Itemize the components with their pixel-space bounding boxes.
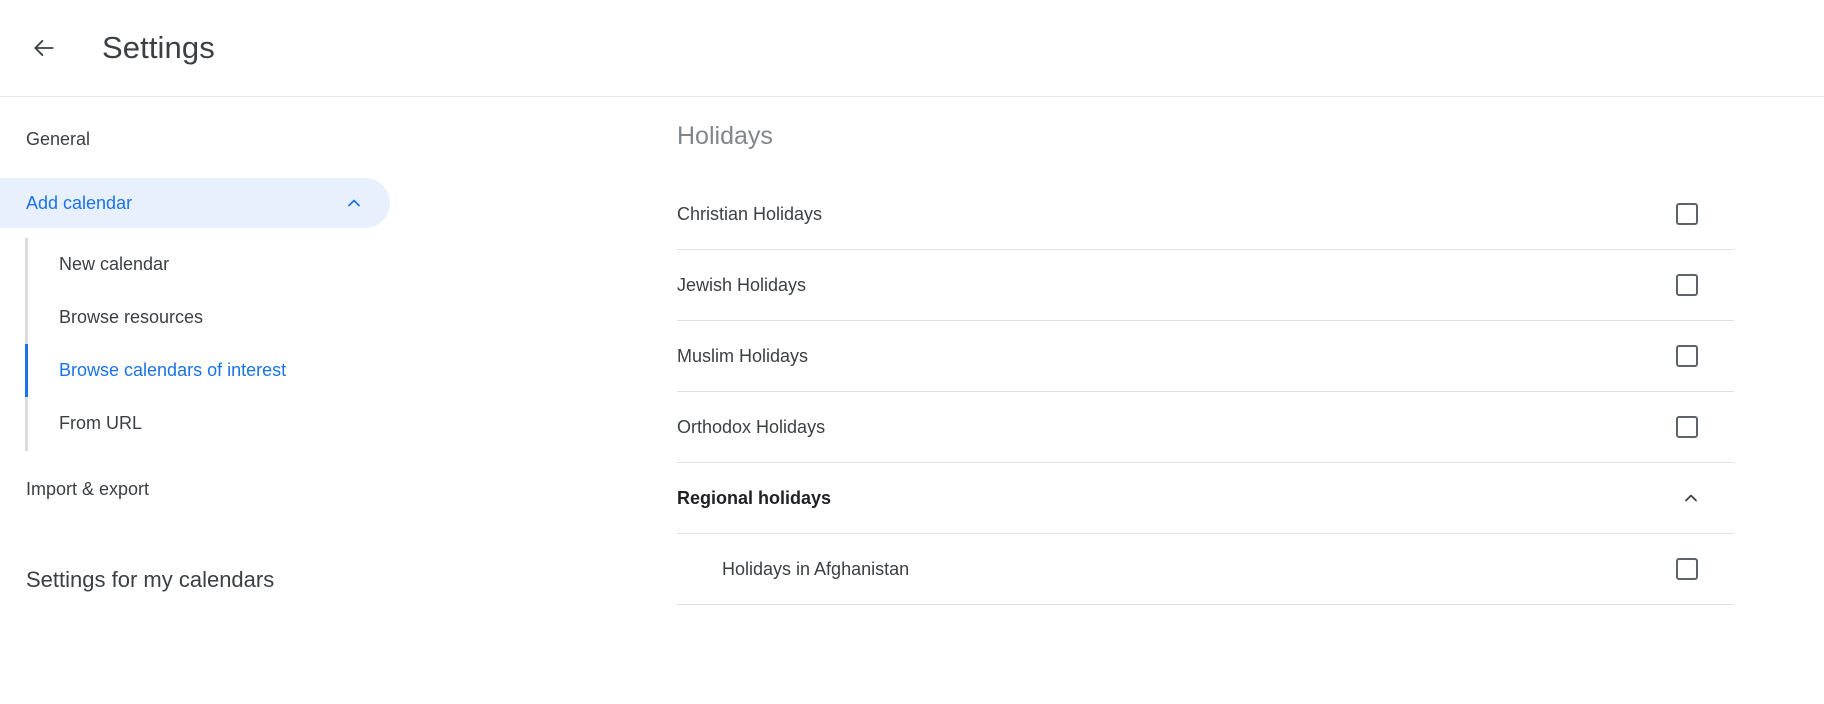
sidebar-subitem-browse-resources[interactable]: Browse resources: [0, 291, 560, 344]
arrow-left-icon: [31, 35, 57, 61]
page-title: Settings: [102, 30, 215, 66]
row-label: Jewish Holidays: [677, 275, 1676, 296]
sidebar-item-add-calendar-label: Add calendar: [26, 193, 132, 214]
row-label: Regional holidays: [677, 488, 1681, 509]
checkbox-christian-holidays[interactable]: [1676, 203, 1698, 225]
sidebar-item-import-export[interactable]: Import & export: [0, 471, 560, 509]
sidebar-subitem-browse-calendars-of-interest[interactable]: Browse calendars of interest: [0, 344, 560, 397]
sidebar-subitem-label: Browse calendars of interest: [28, 344, 286, 397]
row-label: Muslim Holidays: [677, 346, 1676, 367]
sidebar-subitem-from-url[interactable]: From URL: [0, 397, 560, 450]
sidebar-subitem-new-calendar[interactable]: New calendar: [0, 238, 560, 291]
checkbox-jewish-holidays[interactable]: [1676, 274, 1698, 296]
row-label: Holidays in Afghanistan: [677, 559, 1676, 580]
chevron-up-icon[interactable]: [344, 193, 364, 213]
add-calendar-subitems: New calendar Browse resources Browse cal…: [0, 238, 560, 451]
settings-sidebar: General Add calendar New calendar Browse…: [0, 97, 560, 704]
row-label: Orthodox Holidays: [677, 417, 1676, 438]
chevron-up-icon[interactable]: [1681, 488, 1701, 508]
section-title-holidays: Holidays: [677, 97, 1734, 151]
sidebar-item-add-calendar[interactable]: Add calendar: [0, 178, 390, 228]
checkbox-muslim-holidays[interactable]: [1676, 345, 1698, 367]
sidebar-subitem-label: Browse resources: [28, 291, 203, 344]
row-orthodox-holidays[interactable]: Orthodox Holidays: [677, 392, 1734, 463]
row-regional-holidays[interactable]: Regional holidays: [677, 463, 1734, 534]
row-muslim-holidays[interactable]: Muslim Holidays: [677, 321, 1734, 392]
row-jewish-holidays[interactable]: Jewish Holidays: [677, 250, 1734, 321]
checkbox-holidays-in-afghanistan[interactable]: [1676, 558, 1698, 580]
app-header: Settings: [0, 0, 1824, 97]
row-christian-holidays[interactable]: Christian Holidays: [677, 179, 1734, 250]
sidebar-subitem-label: From URL: [28, 397, 142, 450]
sidebar-heading-settings-for-my-calendars: Settings for my calendars: [0, 567, 560, 593]
sidebar-subitem-label: New calendar: [28, 238, 169, 291]
holiday-rows: Christian Holidays Jewish Holidays Musli…: [677, 179, 1734, 605]
row-holidays-in-afghanistan[interactable]: Holidays in Afghanistan: [677, 534, 1734, 605]
checkbox-orthodox-holidays[interactable]: [1676, 416, 1698, 438]
row-label: Christian Holidays: [677, 204, 1676, 225]
main-content: Holidays Christian Holidays Jewish Holid…: [560, 97, 1824, 704]
sidebar-item-general[interactable]: General: [0, 120, 560, 158]
back-button[interactable]: [16, 20, 72, 76]
